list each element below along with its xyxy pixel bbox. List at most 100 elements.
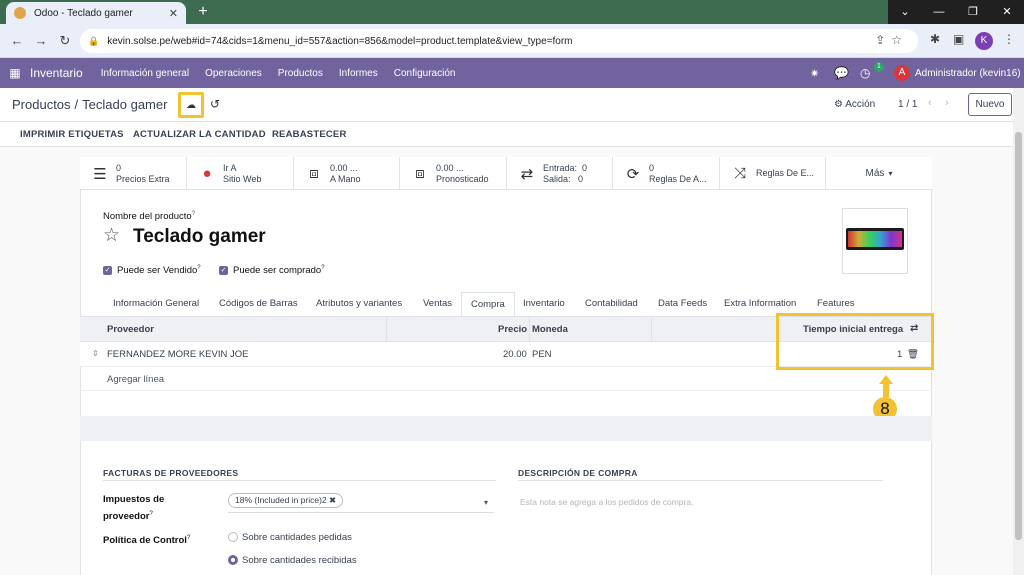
tab-purchase[interactable]: Compra xyxy=(461,292,515,316)
forecast-value: 0.00 ... xyxy=(436,162,464,173)
routes-button[interactable]: ⤨ Reglas De E... xyxy=(720,157,826,190)
col-divider xyxy=(651,317,652,342)
more-button[interactable]: Más ▾ xyxy=(826,157,932,190)
action-menu[interactable]: ⚙ Acción xyxy=(834,99,875,110)
reorder-rules-button[interactable]: ⟳ 0 Reglas De A... xyxy=(613,157,720,190)
tab-info-general[interactable]: Información General xyxy=(113,292,199,316)
close-window-icon[interactable]: ✕ xyxy=(990,0,1024,24)
product-name[interactable]: Teclado gamer xyxy=(133,226,266,248)
url-field[interactable]: 🔒 kevin.solse.pe/web#id=74&cids=1&menu_i… xyxy=(80,29,918,53)
action-bar: IMPRIMIR ETIQUETAS ACTUALIZAR LA CANTIDA… xyxy=(0,122,1024,147)
update-quantity-button[interactable]: ACTUALIZAR LA CANTIDAD xyxy=(133,129,266,140)
extra-prices-button[interactable]: ☰ 0 Precios Extra xyxy=(80,157,187,190)
lock-icon: 🔒 xyxy=(88,35,100,46)
more-label: Más xyxy=(865,168,885,179)
can-be-purchased-label: Puede ser comprado? xyxy=(233,265,325,277)
row-vendor[interactable]: FERNANDEZ MORE KEVIN JOE xyxy=(107,349,248,360)
moves-button[interactable]: ⇄ Entrada: 0 Salida: 0 xyxy=(507,157,613,190)
bug-icon[interactable]: ✷ xyxy=(810,58,819,88)
scrollbar-thumb[interactable] xyxy=(1015,132,1022,540)
purchase-description-field[interactable]: Esta nota se agrega a los pedidos de com… xyxy=(520,497,693,507)
globe-icon: ● xyxy=(202,165,212,182)
moves-in-label: Entrada: xyxy=(543,162,578,173)
website-label: Sitio Web xyxy=(223,173,262,184)
chat-icon[interactable]: 💬 xyxy=(834,58,849,88)
new-tab-icon[interactable]: + xyxy=(194,3,212,21)
favorite-star-icon[interactable]: ☆ xyxy=(103,224,120,247)
browser-tab[interactable]: Odoo - Teclado gamer ✕ xyxy=(6,2,186,24)
on-hand-button[interactable]: ⧈ 0.00 ... A Mano xyxy=(294,157,400,190)
row-price[interactable]: 20.00 xyxy=(503,349,527,360)
policy-ordered-radio[interactable] xyxy=(228,532,238,542)
app-name[interactable]: Inventario xyxy=(30,66,83,80)
moves-out-value: 0 xyxy=(578,173,584,184)
col-vendor[interactable]: Proveedor xyxy=(107,324,154,335)
share-bookmark-icons[interactable]: ⇪☆ xyxy=(875,33,908,47)
user-menu[interactable]: A Administrador (kevin16) xyxy=(894,58,1021,88)
tab-search-icon[interactable]: ⌄ xyxy=(888,0,922,24)
menu-info-general[interactable]: Información general xyxy=(101,68,189,79)
policy-received-radio[interactable] xyxy=(228,555,238,565)
col-currency[interactable]: Moneda xyxy=(532,324,568,335)
moves-out-label: Salida: xyxy=(543,173,571,184)
forecast-button[interactable]: ⧈ 0.00 ... Pronosticado xyxy=(400,157,507,190)
dropdown-arrow-icon[interactable]: ▾ xyxy=(484,498,488,507)
menu-configuracion[interactable]: Configuración xyxy=(394,68,456,79)
apps-grid-icon[interactable]: ▦ xyxy=(0,66,30,80)
col-price[interactable]: Precio xyxy=(498,324,527,335)
back-icon[interactable]: ← xyxy=(8,32,26,50)
can-be-sold-checkbox[interactable]: ✓ xyxy=(103,266,112,275)
refresh-icon: ⟳ xyxy=(626,165,640,183)
add-line-link[interactable]: Agregar línea xyxy=(107,374,164,385)
pager-next-icon[interactable]: › xyxy=(945,97,949,109)
reload-icon[interactable]: ↻ xyxy=(56,32,74,50)
close-tab-icon[interactable]: ✕ xyxy=(169,7,178,20)
pager-value[interactable]: 1 / 1 xyxy=(898,99,917,110)
menu-informes[interactable]: Informes xyxy=(339,68,378,79)
minimize-icon[interactable]: — xyxy=(922,0,956,24)
drag-handle-icon[interactable]: ⇕ xyxy=(92,349,99,358)
reorder-rules-label: Reglas De A... xyxy=(649,173,707,184)
page-scrollbar[interactable] xyxy=(1013,88,1024,575)
print-labels-button[interactable]: IMPRIMIR ETIQUETAS xyxy=(20,129,124,140)
website-button[interactable]: ● Ir A Sitio Web xyxy=(187,157,294,190)
activity-icon[interactable]: ◷ xyxy=(860,58,870,88)
browser-tab-bar: Odoo - Teclado gamer ✕ + ⌄ — ❐ ✕ xyxy=(0,0,1024,24)
form-tabs: Información General Códigos de Barras At… xyxy=(103,292,873,316)
section-band xyxy=(80,416,932,441)
replenish-button[interactable]: REABASTECER xyxy=(272,129,347,140)
tab-attributes[interactable]: Atributos y variantes xyxy=(316,292,402,316)
pager-prev-icon[interactable]: ‹ xyxy=(928,97,932,109)
col-divider xyxy=(386,317,387,342)
menu-operaciones[interactable]: Operaciones xyxy=(205,68,262,79)
chrome-menu-icon[interactable]: ⋮ xyxy=(1003,32,1015,46)
extra-prices-label: Precios Extra xyxy=(116,173,170,184)
breadcrumb-parent[interactable]: Productos xyxy=(12,97,71,112)
col-divider xyxy=(529,317,530,342)
gear-icon: ⚙ xyxy=(834,99,843,110)
user-name: Administrador (kevin16) xyxy=(915,67,1021,79)
profile-avatar[interactable]: K xyxy=(975,32,993,50)
row-currency[interactable]: PEN xyxy=(532,349,552,360)
new-button[interactable]: Nuevo xyxy=(968,93,1012,116)
tab-accounting[interactable]: Contabilidad xyxy=(585,292,638,316)
vendor-taxes-label: Impuestos de proveedor? xyxy=(103,494,165,523)
tab-barcodes[interactable]: Códigos de Barras xyxy=(219,292,298,316)
extensions-icon[interactable]: ✱ xyxy=(930,32,940,46)
tab-data-feeds[interactable]: Data Feeds xyxy=(658,292,707,316)
restore-icon[interactable]: ❐ xyxy=(956,0,990,24)
remove-tag-icon[interactable]: ✖ xyxy=(329,495,336,505)
forward-icon[interactable]: → xyxy=(32,32,50,50)
tax-tag[interactable]: 18% (Included in price)2 ✖ xyxy=(228,493,344,508)
odoo-navbar: ▦ Inventario Información general Operaci… xyxy=(0,58,1024,88)
discard-icon[interactable]: ↺ xyxy=(210,97,220,111)
annotation-arrow-head xyxy=(879,375,893,384)
menu-productos[interactable]: Productos xyxy=(278,68,323,79)
tab-sales[interactable]: Ventas xyxy=(423,292,452,316)
breadcrumb-current: Teclado gamer xyxy=(82,97,168,112)
can-be-purchased-checkbox[interactable]: ✓ xyxy=(219,266,228,275)
routes-label: Reglas De E... xyxy=(756,168,815,178)
save-cloud-button[interactable]: ☁ xyxy=(178,92,204,118)
tab-inventory[interactable]: Inventario xyxy=(523,292,565,316)
sidebar-icon[interactable]: ▣ xyxy=(953,32,964,46)
